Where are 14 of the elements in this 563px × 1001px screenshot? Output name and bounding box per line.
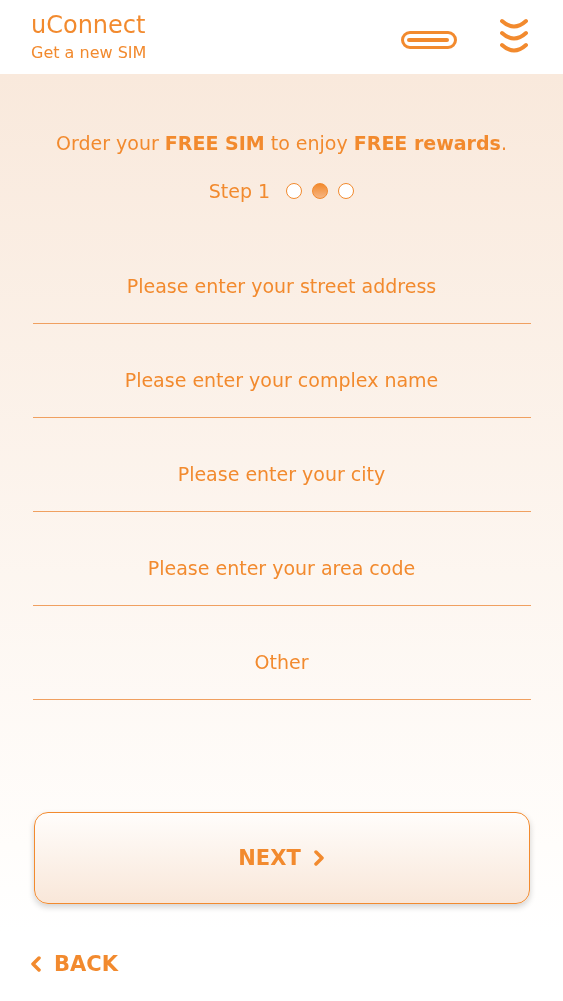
input-field[interactable]: Please enter your complex name	[32, 342, 531, 418]
chevron-right-icon	[312, 850, 325, 866]
input-field[interactable]: Please enter your area code	[32, 530, 531, 606]
back-link[interactable]: BACK	[30, 952, 118, 976]
next-button[interactable]: NEXT	[33, 812, 530, 904]
intro-text: Order your FREE SIM to enjoy FREE rewards.	[56, 131, 507, 156]
chevron-left-icon	[30, 956, 42, 972]
input-field[interactable]: Other	[32, 624, 531, 700]
step-label: Step 1	[208, 179, 271, 204]
page-subtitle: Get a new SIM	[31, 42, 147, 64]
app-title: uConnect	[31, 10, 147, 40]
input-field[interactable]: Please enter your city	[32, 436, 531, 512]
toggle-icon[interactable]	[401, 31, 457, 49]
input-field[interactable]: Please enter your street address	[32, 248, 531, 324]
